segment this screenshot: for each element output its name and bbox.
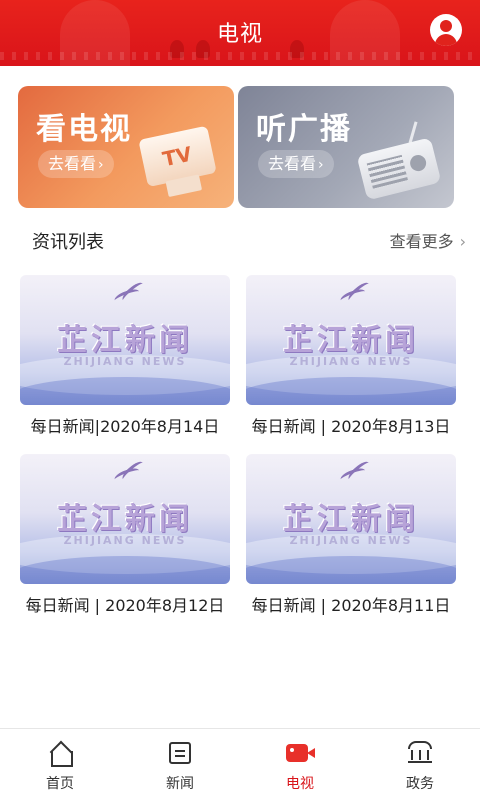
watch-tv-go-button[interactable]: 去看看 › bbox=[38, 150, 114, 178]
thumbnail-logo-text: 芷江新闻 bbox=[283, 502, 419, 537]
dove-logo-icon bbox=[113, 279, 147, 306]
news-thumbnail[interactable]: 芷江新闻 ZHIJIANG NEWS bbox=[246, 454, 456, 584]
thumbnail-logo-text: 芷江新闻 bbox=[283, 323, 419, 358]
news-caption[interactable]: 每日新闻 | 2020年8月13日 bbox=[246, 413, 456, 437]
news-list-heading: 资讯列表 bbox=[32, 232, 104, 253]
news-item[interactable]: 芷江新闻 ZHIJIANG NEWS 每日新闻 | 2020年8月13日 bbox=[246, 275, 456, 437]
page-title: 电视 bbox=[216, 22, 263, 47]
dove-logo-icon bbox=[339, 458, 373, 485]
tab-home[interactable]: 首页 bbox=[0, 729, 120, 800]
news-item[interactable]: 芷江新闻 ZHIJIANG NEWS 每日新闻 | 2020年8月12日 bbox=[20, 454, 230, 616]
top-bar: 电视 bbox=[0, 0, 480, 66]
dove-logo-icon bbox=[113, 458, 147, 485]
tab-government-label: 政务 bbox=[406, 776, 434, 792]
tv-icon bbox=[286, 741, 315, 765]
news-thumbnail[interactable]: 芷江新闻 ZHIJIANG NEWS bbox=[246, 275, 456, 405]
tab-home-label: 首页 bbox=[46, 776, 74, 792]
news-icon bbox=[168, 741, 192, 765]
government-icon bbox=[408, 741, 432, 765]
listen-radio-card[interactable]: 听广播 去看看 › bbox=[238, 86, 454, 208]
chevron-right-icon: › bbox=[459, 232, 466, 251]
thumbnail-logo-text: 芷江新闻 bbox=[57, 502, 193, 537]
listen-radio-go-button[interactable]: 去看看 › bbox=[258, 150, 334, 178]
watch-tv-card[interactable]: 看电视 去看看 › TV bbox=[18, 86, 234, 208]
news-caption[interactable]: 每日新闻 | 2020年8月11日 bbox=[246, 592, 456, 616]
dove-logo-icon bbox=[339, 279, 373, 306]
header-railing-decoration bbox=[0, 52, 480, 60]
tab-tv[interactable]: 电视 bbox=[240, 729, 360, 800]
news-thumbnail[interactable]: 芷江新闻 ZHIJIANG NEWS bbox=[20, 275, 230, 405]
chevron-right-icon: › bbox=[318, 157, 324, 173]
see-more-link[interactable]: 查看更多 › bbox=[390, 228, 466, 252]
watch-tv-go-label: 去看看 bbox=[48, 154, 97, 173]
news-caption[interactable]: 每日新闻|2020年8月14日 bbox=[20, 413, 230, 437]
tab-government[interactable]: 政务 bbox=[360, 729, 480, 800]
news-thumbnail[interactable]: 芷江新闻 ZHIJIANG NEWS bbox=[20, 454, 230, 584]
radio-illustration-icon bbox=[355, 121, 442, 201]
bottom-tab-bar: 首页 新闻 电视 政务 bbox=[0, 728, 480, 800]
tab-news[interactable]: 新闻 bbox=[120, 729, 240, 800]
watch-tv-title: 看电视 bbox=[36, 112, 132, 147]
thumbnail-logo-text: 芷江新闻 bbox=[57, 323, 193, 358]
home-icon bbox=[48, 741, 73, 767]
news-item[interactable]: 芷江新闻 ZHIJIANG NEWS 每日新闻|2020年8月14日 bbox=[20, 275, 230, 437]
listen-radio-go-label: 去看看 bbox=[268, 154, 317, 173]
news-caption[interactable]: 每日新闻 | 2020年8月12日 bbox=[20, 592, 230, 616]
user-avatar-icon[interactable] bbox=[430, 14, 462, 46]
see-more-label: 查看更多 bbox=[389, 232, 454, 251]
tv-illustration-icon: TV bbox=[138, 125, 221, 201]
tab-news-label: 新闻 bbox=[166, 776, 194, 792]
news-item[interactable]: 芷江新闻 ZHIJIANG NEWS 每日新闻 | 2020年8月11日 bbox=[246, 454, 456, 616]
listen-radio-title: 听广播 bbox=[256, 112, 352, 147]
chevron-right-icon: › bbox=[98, 157, 104, 173]
tab-tv-label: 电视 bbox=[286, 776, 314, 792]
